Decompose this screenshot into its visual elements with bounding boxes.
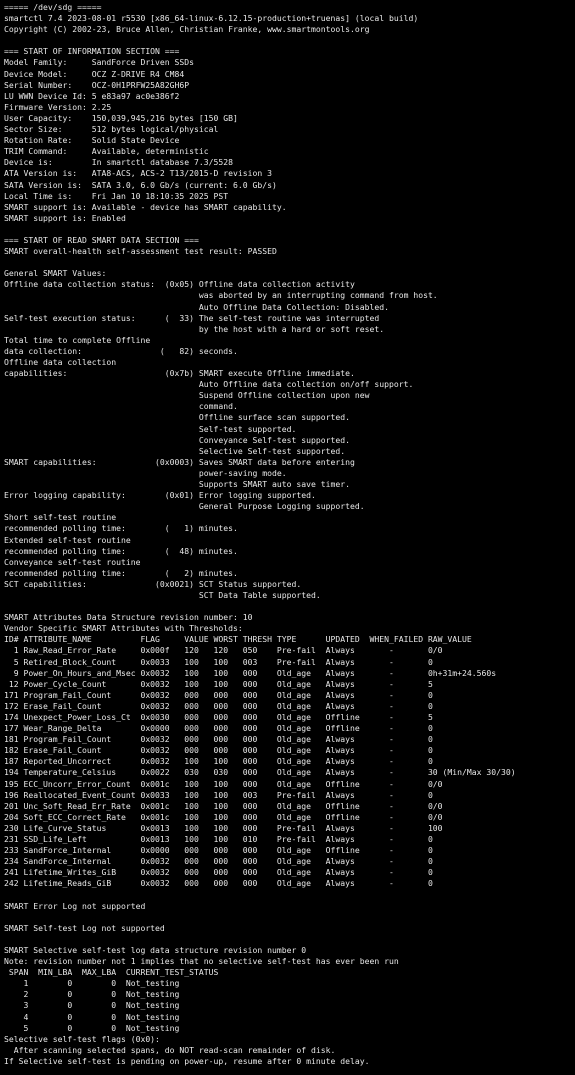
terminal-line: SATA Version is: SATA 3.0, 6.0 Gb/s (cur…	[4, 179, 277, 190]
terminal-line: by the host with a hard or soft reset.	[4, 323, 385, 334]
terminal-line: 2 0 0 Not_testing	[4, 989, 180, 1000]
terminal-line: recommended polling time: ( 2) minutes.	[4, 567, 238, 578]
terminal-line: Serial Number: OCZ-0H1PRFW25A82GH6P	[4, 79, 190, 90]
terminal-line: 194 Temperature_Celsius 0x0022 030 030 0…	[4, 767, 516, 778]
terminal-line: data collection: ( 82) seconds.	[4, 345, 238, 356]
terminal-line: Offline data collection	[4, 357, 117, 367]
terminal-line: Short self-test routine	[4, 512, 117, 523]
terminal-line: SMART support is: Available - device has…	[4, 201, 287, 212]
terminal-line: 174 Unexpect_Power_Loss_Ct 0x0030 000 00…	[4, 712, 433, 722]
terminal-line: 4 0 0 Not_testing	[4, 1011, 180, 1022]
terminal-line: 1 Raw_Read_Error_Rate 0x000f 120 120 050…	[4, 645, 443, 656]
terminal-line: 204 Soft_ECC_Correct_Rate 0x001c 100 100…	[4, 811, 443, 822]
terminal-line: 12 Power_Cycle_Count 0x0032 100 100 000 …	[4, 678, 433, 689]
terminal-line: Offline surface scan supported.	[4, 412, 350, 423]
terminal-line: power-saving mode.	[4, 467, 287, 478]
terminal-line: 5 0 0 Not_testing	[4, 1022, 180, 1033]
terminal-line: Self-test execution status: ( 33) The se…	[4, 312, 380, 323]
terminal-line: After scanning selected spans, do NOT re…	[4, 1044, 336, 1055]
terminal-line: Supports SMART auto save timer.	[4, 479, 350, 490]
terminal-line: If Selective self-test is pending on pow…	[4, 1055, 370, 1066]
terminal-line: Vendor Specific SMART Attributes with Th…	[4, 623, 243, 634]
terminal-line: === START OF READ SMART DATA SECTION ===	[4, 234, 199, 245]
terminal-line: Extended self-test routine	[4, 534, 131, 545]
terminal-line: smartctl 7.4 2023-08-01 r5530 [x86_64-li…	[4, 13, 419, 24]
terminal-line: 181 Program_Fail_Count 0x0032 000 000 00…	[4, 734, 433, 745]
terminal-line: General Purpose Logging supported.	[4, 501, 365, 512]
terminal-line: SMART Error Log not supported	[4, 900, 146, 911]
terminal-line: Auto Offline data collection on/off supp…	[4, 379, 414, 390]
terminal-line: Selective Self-test supported.	[4, 445, 346, 456]
terminal-line: Self-test supported.	[4, 423, 297, 434]
terminal-line: User Capacity: 150,039,945,216 bytes [15…	[4, 112, 238, 123]
terminal-line: 201 Unc_Soft_Read_Err_Rate 0x001c 100 10…	[4, 800, 443, 811]
terminal-line: ATA Version is: ATA8-ACS, ACS-2 T13/2015…	[4, 168, 273, 179]
terminal-line: Local Time is: Fri Jan 10 18:10:35 2025 …	[4, 190, 229, 201]
terminal-line: SCT capabilities: (0x0021) SCT Status su…	[4, 578, 302, 589]
terminal-line: Selective self-test flags (0x0):	[4, 1033, 160, 1044]
terminal-line: Sector Size: 512 bytes logical/physical	[4, 124, 219, 135]
terminal-line: Firmware Version: 2.25	[4, 101, 112, 112]
terminal-line: 242 Lifetime_Reads_GiB 0x0032 000 000 00…	[4, 878, 433, 889]
terminal-line: Device is: In smartctl database 7.3/5528	[4, 157, 234, 168]
terminal-line: Model Family: SandForce Driven SSDs	[4, 57, 195, 68]
terminal-line: 1 0 0 Not_testing	[4, 978, 180, 989]
terminal-line: General SMART Values:	[4, 268, 107, 279]
terminal-line: 241 Lifetime_Writes_GiB 0x0032 000 000 0…	[4, 867, 433, 878]
terminal-line: 196 Reallocated_Event_Count 0x0033 100 1…	[4, 789, 433, 800]
terminal-line: 177 Wear_Range_Delta 0x0000 000 000 000 …	[4, 723, 433, 734]
terminal-line: TRIM Command: Available, deterministic	[4, 146, 209, 157]
terminal-line: SCT Data Table supported.	[4, 589, 321, 600]
terminal-line: === START OF INFORMATION SECTION ===	[4, 46, 180, 57]
terminal-line: 182 Erase_Fail_Count 0x0032 000 000 000 …	[4, 745, 433, 756]
terminal-line: 9 Power_On_Hours_and_Msec 0x0032 100 100…	[4, 667, 497, 678]
terminal-line: SMART Attributes Data Structure revision…	[4, 612, 253, 623]
terminal-line: command.	[4, 401, 238, 412]
terminal-line: Note: revision number not 1 implies that…	[4, 956, 399, 967]
terminal-line: SMART capabilities: (0x0003) Saves SMART…	[4, 456, 355, 467]
terminal-line: Total time to complete Offline	[4, 334, 151, 345]
terminal-line: Rotation Rate: Solid State Device	[4, 135, 180, 146]
terminal-line: Conveyance self-test routine	[4, 556, 141, 567]
terminal-line: ID# ATTRIBUTE_NAME FLAG VALUE WORST THRE…	[4, 634, 472, 645]
terminal-output[interactable]: ===== /dev/sdg ===== smartctl 7.4 2023-08…	[0, 0, 575, 1075]
terminal-line: Error logging capability: (0x01) Error l…	[4, 490, 316, 501]
terminal-line: SMART Self-test Log not supported	[4, 922, 165, 933]
terminal-line: 233 SandForce_Internal 0x0000 000 000 00…	[4, 845, 433, 856]
terminal-line: 234 SandForce_Internal 0x0032 000 000 00…	[4, 856, 433, 867]
terminal-line: was aborted by an interrupting command f…	[4, 290, 438, 301]
terminal-line: Conveyance Self-test supported.	[4, 434, 350, 445]
terminal-line: Auto Offline Data Collection: Disabled.	[4, 301, 389, 312]
terminal-line: SPAN MIN_LBA MAX_LBA CURRENT_TEST_STATUS	[4, 967, 219, 978]
terminal-line: recommended polling time: ( 1) minutes.	[4, 523, 238, 534]
terminal-line: 3 0 0 Not_testing	[4, 1000, 180, 1011]
terminal-line: SMART Selective self-test log data struc…	[4, 944, 307, 955]
terminal-line: Device Model: OCZ Z-DRIVE R4 CM84	[4, 68, 185, 79]
terminal-line: 230 Life_Curve_Status 0x0013 100 100 000…	[4, 822, 443, 833]
terminal-line: 172 Erase_Fail_Count 0x0032 000 000 000 …	[4, 700, 433, 711]
terminal-line: 5 Retired_Block_Count 0x0033 100 100 003…	[4, 656, 433, 667]
terminal-line: 171 Program_Fail_Count 0x0032 000 000 00…	[4, 689, 433, 700]
terminal-line: Suspend Offline collection upon new	[4, 390, 370, 401]
terminal-line: 195 ECC_Uncorr_Error_Count 0x001c 100 10…	[4, 778, 443, 789]
terminal-line: 187 Reported_Uncorrect 0x0032 100 100 00…	[4, 756, 433, 767]
terminal-line: 231 SSD_Life_Left 0x0013 100 100 010 Pre…	[4, 834, 433, 845]
terminal-line: SMART overall-health self-assessment tes…	[4, 246, 277, 257]
terminal-line: Copyright (C) 2002-23, Bruce Allen, Chri…	[4, 24, 370, 35]
terminal-line: LU WWN Device Id: 5 e83a97 ac0e386f2	[4, 90, 180, 101]
terminal-line: capabilities: (0x7b) SMART execute Offli…	[4, 368, 355, 379]
terminal-line: Offline data collection status: (0x05) O…	[4, 279, 355, 290]
terminal-line: ===== /dev/sdg =====	[4, 2, 102, 12]
terminal-line: recommended polling time: ( 48) minutes.	[4, 545, 238, 556]
terminal-line: SMART support is: Enabled	[4, 212, 126, 223]
